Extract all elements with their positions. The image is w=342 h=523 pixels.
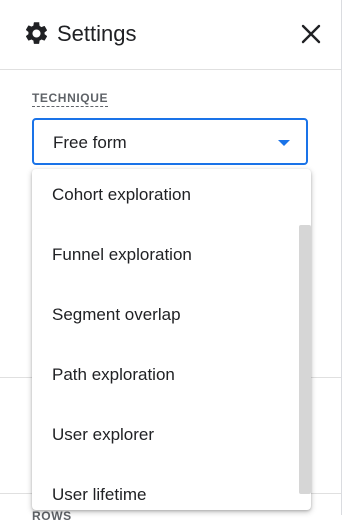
technique-selected-value: Free form [53, 133, 127, 152]
panel-title: Settings [57, 21, 137, 46]
option-user-explorer[interactable]: User explorer [32, 409, 300, 469]
panel-header: Settings [0, 0, 341, 70]
option-label: Segment overlap [52, 305, 181, 324]
divider [0, 493, 32, 494]
option-funnel-exploration[interactable]: Funnel exploration [32, 229, 300, 289]
close-button[interactable] [298, 21, 324, 47]
settings-panel: Settings TECHNIQUE Free form ROWS Cohort… [0, 0, 342, 523]
rows-label: ROWS [32, 509, 72, 523]
divider [311, 493, 341, 494]
technique-dropdown-menu: Cohort exploration Funnel exploration Se… [32, 169, 311, 510]
dropdown-scrollbar[interactable] [299, 225, 311, 494]
option-user-lifetime[interactable]: User lifetime [32, 469, 300, 510]
divider [311, 377, 341, 378]
option-label: Path exploration [52, 365, 175, 384]
close-icon [301, 24, 321, 44]
divider [0, 377, 32, 378]
option-label: Cohort exploration [52, 185, 191, 204]
option-label: User explorer [52, 425, 155, 444]
option-segment-overlap[interactable]: Segment overlap [32, 289, 300, 349]
option-label: Funnel exploration [52, 245, 192, 264]
option-label: User lifetime [52, 485, 147, 504]
caret-down-icon [278, 140, 290, 146]
option-path-exploration[interactable]: Path exploration [32, 349, 300, 409]
gear-icon [25, 22, 48, 44]
option-cohort-exploration[interactable]: Cohort exploration [32, 169, 300, 229]
technique-select[interactable]: Free form [32, 118, 308, 165]
technique-label: TECHNIQUE [32, 91, 109, 107]
